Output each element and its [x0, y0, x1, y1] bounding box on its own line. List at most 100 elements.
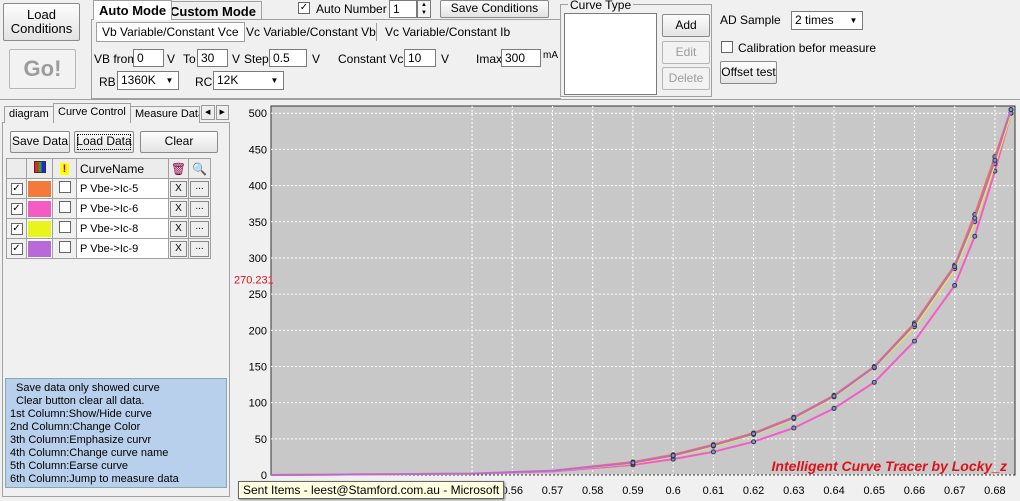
header-curve-name: CurveName: [76, 158, 169, 179]
data-point: [972, 215, 978, 221]
erase-button[interactable]: X: [170, 200, 187, 217]
load-conditions-button[interactable]: Load Conditions: [3, 3, 80, 41]
taskbar-tooltip: Sent Items - leest@Stamford.com.au - Mic…: [238, 481, 505, 499]
tab-curve-control[interactable]: Curve Control: [53, 103, 131, 123]
tab-diagram[interactable]: diagram: [4, 106, 54, 123]
chart[interactable]: 0501001502002503003504004505000.550.560.…: [234, 102, 1020, 497]
emphasize-checkbox[interactable]: [58, 241, 71, 253]
constant-vce-label: Constant Vce: [338, 52, 411, 66]
tab-vc-variable-ib[interactable]: Vc Variable/Constant Ib: [385, 25, 510, 39]
tab-vc-variable-vb[interactable]: Vc Variable/Constant Vb: [246, 25, 376, 39]
auto-number-checkbox[interactable]: ✓: [298, 2, 310, 14]
show-checkbox[interactable]: ✓: [10, 183, 23, 195]
rc-label: RC: [195, 75, 213, 89]
data-point: [791, 415, 797, 421]
jump-button[interactable]: ...: [190, 241, 209, 257]
add-button[interactable]: Add: [662, 14, 710, 37]
jump-button[interactable]: ...: [190, 201, 209, 217]
color-swatch[interactable]: [28, 180, 51, 197]
delete-button[interactable]: Delete: [662, 67, 710, 90]
chevron-down-icon[interactable]: ▼: [846, 13, 861, 28]
emphasize-checkbox[interactable]: [58, 221, 71, 233]
step-input[interactable]: 0.5: [269, 49, 307, 67]
curve-type-label: Curve Type: [568, 0, 634, 12]
vb-from-input[interactable]: 0: [133, 49, 164, 67]
offset-test-button[interactable]: Offset test: [720, 61, 777, 84]
imax-input[interactable]: 300: [501, 49, 541, 67]
y-tick-label: 100: [249, 398, 267, 410]
color-swatch[interactable]: [28, 220, 51, 237]
curve-name-cell[interactable]: P Vbe->Ic-5: [76, 178, 169, 199]
chevron-down-icon[interactable]: ▼: [162, 73, 177, 88]
spin-down-icon[interactable]: ▼: [418, 9, 430, 17]
color-cell[interactable]: [26, 198, 53, 219]
x-tick-label: 0.6: [666, 485, 681, 497]
constant-vce-input[interactable]: 10: [404, 49, 436, 67]
step-value: 0.5: [273, 51, 290, 65]
show-checkbox[interactable]: ✓: [10, 243, 23, 255]
emphasize-checkbox[interactable]: [58, 181, 71, 193]
edit-button[interactable]: Edit: [662, 41, 710, 64]
tab-measure-data[interactable]: Measure Data: [130, 106, 200, 123]
tab-vb-variable[interactable]: Vb Variable/Constant Vce: [96, 22, 245, 42]
tab-vc-variable-ib-label: Vc Variable/Constant Ib: [385, 25, 511, 39]
load-data-button[interactable]: Load Data: [74, 131, 134, 153]
curve-name-cell[interactable]: P Vbe->Ic-8: [76, 218, 169, 239]
clear-button[interactable]: Clear: [140, 131, 218, 153]
save-conditions-button[interactable]: Save Conditions: [440, 0, 549, 18]
to-input[interactable]: 30: [197, 49, 228, 67]
go-button[interactable]: Go!: [9, 49, 76, 89]
rc-select[interactable]: 12K ▼: [213, 71, 284, 90]
curve-name-cell[interactable]: P Vbe->Ic-6: [76, 198, 169, 219]
erase-button[interactable]: X: [170, 220, 187, 237]
color-cell[interactable]: [26, 218, 53, 239]
tab-scroll-arrows[interactable]: ◀ ▶: [201, 105, 229, 120]
tab-custom-mode-label: Custom Mode: [170, 4, 256, 19]
curve-name-cell[interactable]: P Vbe->Ic-9: [76, 238, 169, 259]
rc-value: 12K: [217, 73, 239, 87]
color-swatch[interactable]: [28, 240, 51, 257]
tab-vb-variable-label: Vb Variable/Constant Vce: [102, 25, 239, 39]
ad-sample-select[interactable]: 2 times ▼: [791, 11, 863, 30]
help-box: Save data only showed curve Clear button…: [5, 378, 227, 488]
table-header: ! CurveName 🗑 🔍: [6, 158, 211, 179]
rb-select[interactable]: 1360K ▼: [117, 71, 179, 90]
erase-button[interactable]: X: [170, 240, 187, 257]
save-data-button[interactable]: Save Data: [10, 131, 70, 153]
jump-button[interactable]: ...: [190, 221, 209, 237]
curve-type-list[interactable]: [564, 13, 657, 95]
color-cell[interactable]: [26, 238, 53, 259]
calibration-checkbox[interactable]: [721, 41, 733, 53]
data-point: [831, 405, 837, 411]
offset-test-label: Offset test: [721, 64, 776, 79]
color-swatch[interactable]: [28, 200, 51, 217]
show-checkbox[interactable]: ✓: [10, 223, 23, 235]
x-tick-label: 0.59: [622, 485, 643, 497]
erase-cell: X: [168, 218, 189, 239]
tab-custom-mode[interactable]: Custom Mode: [164, 1, 262, 20]
jump-button[interactable]: ...: [190, 181, 209, 197]
header-show: [6, 158, 27, 179]
imax-unit: mA: [543, 50, 558, 61]
load-data-label: Load Data: [76, 134, 132, 149]
tab-auto-mode[interactable]: Auto Mode: [93, 0, 173, 20]
chevron-right-icon[interactable]: ▶: [215, 105, 229, 120]
emphasize-checkbox[interactable]: [58, 201, 71, 213]
curve-name: P Vbe->Ic-6: [80, 202, 139, 215]
auto-number-input[interactable]: 1: [389, 0, 417, 18]
chevron-left-icon[interactable]: ◀: [201, 105, 215, 120]
erase-cell: X: [168, 198, 189, 219]
data-point: [992, 157, 998, 163]
imax-label: Imax: [476, 52, 503, 66]
auto-number-spinner[interactable]: ▲ ▼: [417, 0, 431, 18]
data-point: [972, 233, 978, 239]
color-cell[interactable]: [26, 178, 53, 199]
data-point: [952, 282, 958, 288]
go-label: Go!: [23, 55, 62, 81]
erase-button[interactable]: X: [170, 180, 187, 197]
show-checkbox[interactable]: ✓: [10, 203, 23, 215]
chevron-down-icon[interactable]: ▼: [267, 73, 282, 88]
spin-up-icon[interactable]: ▲: [418, 1, 430, 9]
erase-cell: X: [168, 178, 189, 199]
auto-number-value: 1: [393, 2, 400, 16]
